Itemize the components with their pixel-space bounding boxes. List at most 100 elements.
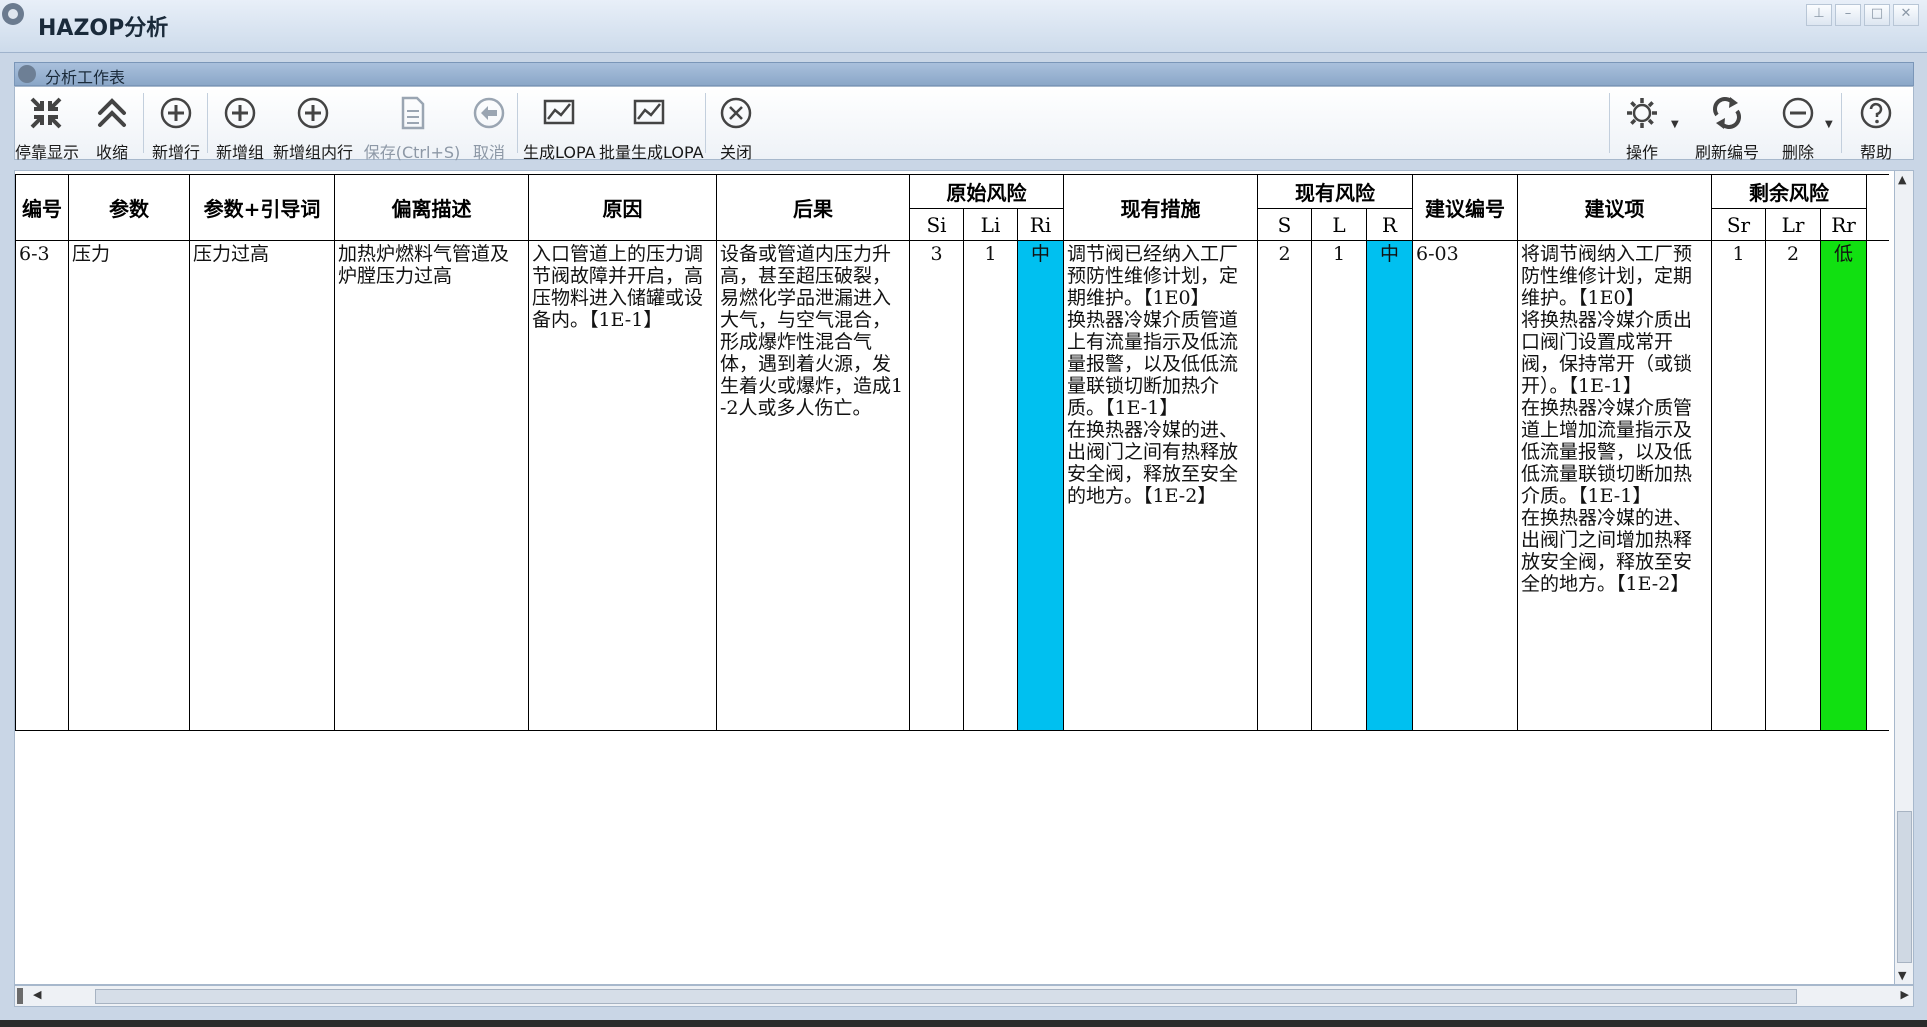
toolbar: 停靠显示 收缩 新增行 新增组 新增组内行 保存(Ctrl+S) 取消 生成LO… [14, 86, 1914, 162]
col-header-filler [1866, 174, 1889, 241]
cell-id[interactable]: 6-3 [15, 240, 69, 731]
cell-lr[interactable]: 2 [1765, 240, 1821, 731]
cancel-button[interactable]: 取消 [467, 87, 511, 162]
plus-circle-icon [297, 97, 329, 129]
cell-s[interactable]: 2 [1257, 240, 1312, 731]
cell-rr[interactable]: 低 [1820, 240, 1867, 731]
cell-cause[interactable]: 入口管道上的压力调节阀故障并开启，高压物料进入储罐或设备内。【1E-1】 [528, 240, 717, 731]
add-group-row-button[interactable]: 新增组内行 [273, 87, 353, 162]
col-header-ri[interactable]: Ri [1017, 208, 1064, 241]
col-header-lr[interactable]: Lr [1765, 208, 1821, 241]
col-header-s[interactable]: S [1257, 208, 1312, 241]
panel-title: 分析工作表 [45, 68, 126, 87]
horizontal-scroll-thumb[interactable] [95, 989, 1797, 1004]
analysis-grid[interactable]: 编号 参数 参数+引导词 偏离描述 原因 后果 原始风险 现有措施 现有风险 建… [14, 170, 1896, 985]
separator [1841, 93, 1842, 153]
plus-circle-icon [160, 97, 192, 129]
dropdown-arrow-icon[interactable]: ▼ [1825, 119, 1833, 130]
scroll-right-icon[interactable]: ▶ [1901, 988, 1909, 1001]
plus-circle-icon [224, 97, 256, 129]
col-header-param-guide[interactable]: 参数+引导词 [189, 174, 335, 241]
col-header-recommendation[interactable]: 建议项 [1517, 174, 1712, 241]
separator [705, 93, 706, 153]
scroll-down-icon[interactable]: ▼ [1898, 969, 1906, 982]
pin-icon[interactable]: ⊥ [1806, 4, 1832, 26]
chart-icon [633, 99, 665, 125]
delete-button[interactable]: 删除 [1773, 87, 1823, 162]
close-window-icon[interactable]: ✕ [1893, 4, 1919, 26]
col-header-id[interactable]: 编号 [15, 174, 69, 241]
collapse-label: 收缩 [95, 143, 128, 162]
cell-deviation[interactable]: 加热炉燃料气管道及炉膛压力过高 [334, 240, 529, 731]
add-row-label: 新增行 [151, 143, 200, 162]
col-header-rec-no[interactable]: 建议编号 [1412, 174, 1518, 241]
close-label: 关闭 [719, 143, 752, 162]
close-circle-icon [720, 97, 752, 129]
add-row-button[interactable]: 新增行 [151, 87, 201, 162]
scroll-up-icon[interactable]: ▲ [1898, 173, 1906, 186]
vertical-scroll-thumb[interactable] [1897, 811, 1912, 963]
col-header-rr[interactable]: Rr [1820, 208, 1867, 241]
col-header-current-risk[interactable]: 现有风险 [1257, 174, 1413, 209]
operate-button[interactable]: 操作 [1615, 87, 1669, 162]
maximize-icon[interactable]: □ [1864, 4, 1890, 26]
cell-ri[interactable]: 中 [1017, 240, 1064, 731]
cell-l[interactable]: 1 [1311, 240, 1367, 731]
cell-si[interactable]: 3 [909, 240, 964, 731]
cell-consequence[interactable]: 设备或管道内压力升高，甚至超压破裂，易燃化学品泄漏进入大气，与空气混合，形成爆炸… [716, 240, 910, 731]
save-label: 保存(Ctrl+S) [363, 143, 461, 162]
col-header-r[interactable]: R [1366, 208, 1413, 241]
cell-measures[interactable]: 调节阀已经纳入工厂预防性维修计划，定期维护。【1E0】 换热器冷媒介质管道上有流… [1063, 240, 1258, 731]
cell-r[interactable]: 中 [1366, 240, 1413, 731]
chart-icon [543, 99, 575, 125]
vertical-scrollbar[interactable]: ▲ ▼ [1894, 170, 1914, 985]
dock-icon [30, 97, 62, 129]
dropdown-arrow-icon[interactable]: ▼ [1671, 119, 1679, 130]
close-button[interactable]: 关闭 [711, 87, 761, 162]
help-label: 帮助 [1859, 143, 1892, 162]
batch-lopa-button[interactable]: 批量生成LOPA [599, 87, 704, 162]
cancel-label: 取消 [472, 143, 505, 162]
table-row[interactable]: 6-3 压力 压力过高 加热炉燃料气管道及炉膛压力过高 入口管道上的压力调节阀故… [15, 240, 1889, 731]
col-header-cause[interactable]: 原因 [528, 174, 717, 241]
help-button[interactable]: 帮助 [1851, 87, 1901, 162]
delete-label: 删除 [1781, 143, 1814, 162]
scroll-grip [17, 988, 23, 1004]
horizontal-scrollbar[interactable]: ◀ ▶ [14, 985, 1914, 1007]
minimize-icon[interactable]: – [1835, 4, 1861, 26]
cell-recommendation[interactable]: 将调节阀纳入工厂预防性维修计划，定期维护。【1E0】 将换热器冷媒介质出口阀门设… [1517, 240, 1712, 731]
col-header-deviation[interactable]: 偏离描述 [334, 174, 529, 241]
app-icon[interactable] [2, 3, 24, 25]
add-group-row-label: 新增组内行 [273, 143, 354, 162]
cell-rec-no[interactable]: 6-03 [1412, 240, 1518, 731]
col-header-consequence[interactable]: 后果 [716, 174, 910, 241]
collapse-button[interactable]: 收缩 [85, 87, 139, 162]
operate-label: 操作 [1625, 143, 1658, 162]
generate-lopa-label: 生成LOPA [523, 143, 596, 162]
col-header-measures[interactable]: 现有措施 [1063, 174, 1258, 241]
renumber-button[interactable]: 刷新编号 [1685, 87, 1769, 162]
scroll-left-icon[interactable]: ◀ [33, 988, 41, 1001]
separator [143, 93, 144, 153]
col-header-sr[interactable]: Sr [1711, 208, 1766, 241]
col-header-si[interactable]: Si [909, 208, 964, 241]
cell-li[interactable]: 1 [963, 240, 1018, 731]
gear-icon [1627, 98, 1657, 128]
cell-sr[interactable]: 1 [1711, 240, 1766, 731]
col-header-original-risk[interactable]: 原始风险 [909, 174, 1064, 209]
cell-param-guide[interactable]: 压力过高 [189, 240, 335, 731]
col-header-residual-risk[interactable]: 剩余风险 [1711, 174, 1867, 209]
cell-param[interactable]: 压力 [68, 240, 190, 731]
col-header-li[interactable]: Li [963, 208, 1018, 241]
save-button[interactable]: 保存(Ctrl+S) [361, 87, 463, 162]
col-header-l[interactable]: L [1311, 208, 1367, 241]
col-header-param[interactable]: 参数 [68, 174, 190, 241]
generate-lopa-button[interactable]: 生成LOPA [523, 87, 596, 162]
status-bar [0, 1020, 1927, 1027]
add-group-button[interactable]: 新增组 [215, 87, 265, 162]
hazop-table: 编号 参数 参数+引导词 偏离描述 原因 后果 原始风险 现有措施 现有风险 建… [15, 174, 1889, 731]
dock-button[interactable]: 停靠显示 [15, 87, 79, 162]
cell-filler [1866, 240, 1889, 731]
save-document-icon [401, 96, 425, 130]
separator [207, 93, 208, 153]
